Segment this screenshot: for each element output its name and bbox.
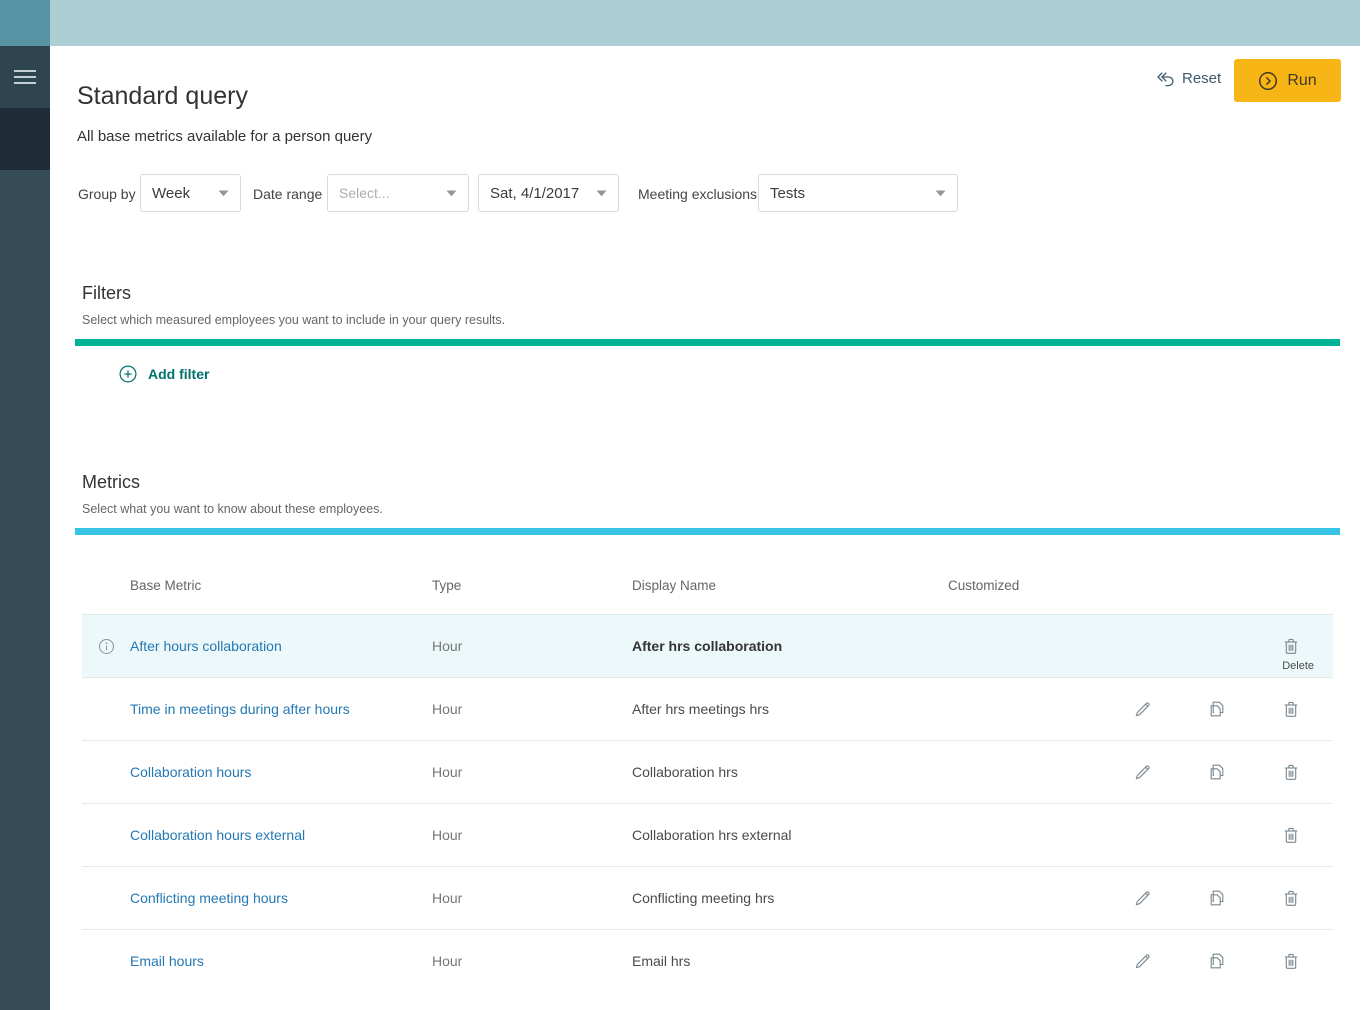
base-metric-link[interactable]: Email hours [130,953,204,969]
dropdown-caret-icon [446,190,457,197]
table-row: Time in meetings during after hours Hour… [82,677,1333,740]
metric-display-name: After hrs collaboration [632,638,948,654]
metric-display-name: Collaboration hrs external [632,827,948,843]
metric-display-name: Conflicting meeting hrs [632,890,948,906]
metrics-heading: Metrics [82,472,140,493]
reset-label: Reset [1182,70,1221,87]
page-title: Standard query [77,82,248,111]
dropdown-caret-icon [596,190,607,197]
meeting-exclusions-value: Tests [770,185,805,202]
metric-type: Hour [432,890,632,906]
group-by-label: Group by [78,186,136,202]
table-row: Collaboration hours Hour Collaboration h… [82,740,1333,803]
edit-pencil-icon[interactable] [1133,951,1153,971]
table-row: Collaboration hours external Hour Collab… [82,803,1333,866]
table-header-row: Base Metric Type Display Name Customized [82,556,1333,614]
metrics-description: Select what you want to know about these… [82,502,383,516]
edit-pencil-icon[interactable] [1133,762,1153,782]
add-filter-button[interactable]: Add filter [119,365,209,383]
hamburger-icon [14,70,36,84]
col-header-type: Type [432,578,632,593]
meeting-exclusions-select[interactable]: Tests [758,174,958,212]
run-play-circle-icon [1258,71,1278,91]
delete-trash-icon[interactable] [1281,888,1301,908]
copy-icon[interactable] [1207,951,1227,971]
group-by-select[interactable]: Week [140,174,241,212]
metrics-table: Base Metric Type Display Name Customized… [82,556,1333,992]
base-metric-link[interactable]: After hours collaboration [130,638,282,654]
edit-pencil-icon[interactable] [1133,888,1153,908]
metric-display-name: After hrs meetings hrs [632,701,948,717]
group-by-value: Week [152,185,190,202]
add-circle-icon [119,365,137,383]
metric-type: Hour [432,764,632,780]
info-icon[interactable] [82,638,130,655]
copy-icon[interactable] [1207,762,1227,782]
copy-icon[interactable] [1207,699,1227,719]
copy-icon[interactable] [1207,888,1227,908]
dropdown-caret-icon [218,190,229,197]
delete-trash-icon[interactable] [1281,951,1301,971]
col-header-base-metric: Base Metric [130,578,432,593]
date-range-placeholder: Select... [339,185,390,201]
metric-type: Hour [432,953,632,969]
base-metric-link[interactable]: Collaboration hours external [130,827,305,843]
top-header-band [50,0,1360,46]
reset-button[interactable]: Reset [1156,70,1221,87]
edit-pencil-icon[interactable] [1133,699,1153,719]
base-metric-link[interactable]: Collaboration hours [130,764,251,780]
reset-undo-icon [1156,71,1175,87]
metric-type: Hour [432,827,632,843]
nav-rail-active-section[interactable] [0,108,50,170]
delete-trash-icon[interactable] [1281,699,1301,719]
left-nav-rail [0,0,50,1010]
table-row: After hours collaboration Hour After hrs… [82,614,1333,677]
meeting-exclusions-label: Meeting exclusions [638,186,757,202]
table-row: Email hours Hour Email hrs [82,929,1333,992]
base-metric-link[interactable]: Conflicting meeting hours [130,890,288,906]
delete-tooltip-label: Delete [1282,660,1314,672]
run-label: Run [1287,72,1316,90]
run-button[interactable]: Run [1234,59,1341,102]
start-date-select[interactable]: Sat, 4/1/2017 [478,174,619,212]
table-row: Conflicting meeting hours Hour Conflicti… [82,866,1333,929]
filters-accent-bar [75,339,1340,346]
metric-display-name: Collaboration hrs [632,764,948,780]
metric-display-name: Email hrs [632,953,948,969]
col-header-display-name: Display Name [632,578,948,593]
nav-menu-button[interactable] [0,46,50,108]
scrollbar-gutter[interactable] [1360,0,1366,1010]
filters-description: Select which measured employees you want… [82,313,505,327]
col-header-customized: Customized [948,578,1333,593]
page-subtitle: All base metrics available for a person … [77,128,372,145]
filters-heading: Filters [82,283,131,304]
date-range-label: Date range [253,186,322,202]
delete-trash-icon[interactable] [1281,825,1301,845]
metric-type: Hour [432,638,632,654]
base-metric-link[interactable]: Time in meetings during after hours [130,701,350,717]
delete-trash-icon[interactable] [1281,762,1301,782]
start-date-value: Sat, 4/1/2017 [490,185,579,202]
dropdown-caret-icon [935,190,946,197]
delete-trash-icon[interactable] [1281,636,1301,656]
add-filter-label: Add filter [148,366,209,382]
metrics-accent-bar [75,528,1340,535]
metric-type: Hour [432,701,632,717]
date-range-select[interactable]: Select... [327,174,469,212]
nav-rail-accent [0,0,50,46]
